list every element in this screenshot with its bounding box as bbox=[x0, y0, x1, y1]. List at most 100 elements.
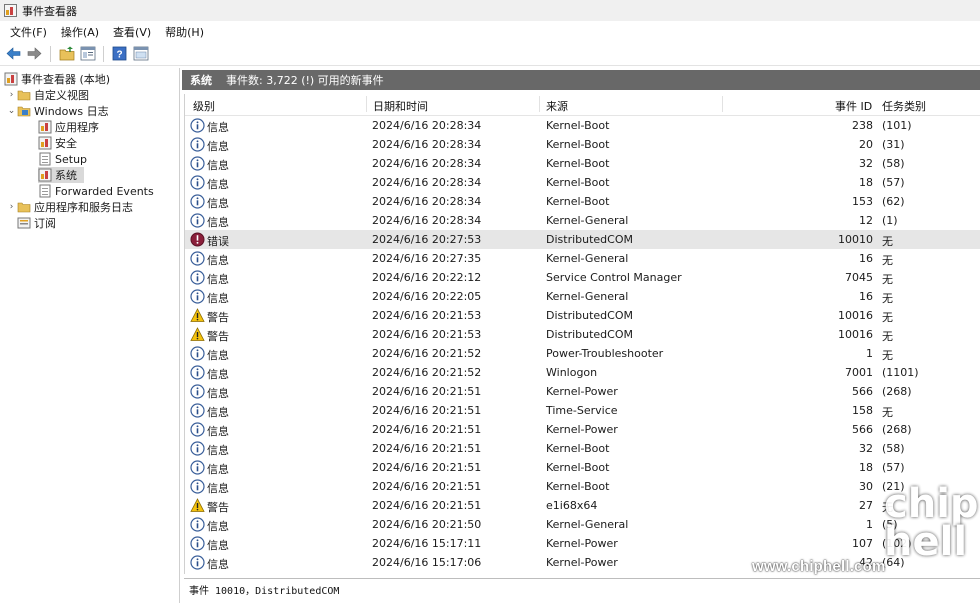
chevron-right-icon[interactable]: › bbox=[6, 202, 17, 212]
table-row[interactable]: 信息 2024/6/16 20:21:51 Kernel-Boot 30 (21) bbox=[185, 477, 980, 496]
cell-level: 信息 bbox=[207, 520, 229, 533]
tree-item-root[interactable]: 事件查看器 (本地) bbox=[4, 71, 110, 87]
table-row[interactable]: 信息 2024/6/16 20:22:12 Service Control Mana… bbox=[185, 268, 980, 287]
cell-datetime: 2024/6/16 20:22:05 bbox=[372, 290, 482, 303]
cell-source: Kernel-General bbox=[546, 252, 629, 265]
table-row[interactable]: 信息 2024/6/16 15:17:06 Kernel-Power 42 (64) bbox=[185, 553, 980, 572]
table-row[interactable]: 信息 2024/6/16 15:17:11 Kernel-Power 107 (102) bbox=[185, 534, 980, 553]
table-row[interactable]: 信息 2024/6/16 20:28:34 Kernel-Boot 20 (31) bbox=[185, 135, 980, 154]
table-row[interactable]: 信息 2024/6/16 20:21:51 Kernel-Power 566 (268) bbox=[185, 420, 980, 439]
table-row[interactable]: 信息 2024/6/16 20:21:51 Kernel-Boot 18 (57) bbox=[185, 458, 980, 477]
column-divider[interactable] bbox=[539, 96, 540, 112]
table-row[interactable]: 信息 2024/6/16 20:28:34 Kernel-Boot 238 (101) bbox=[185, 116, 980, 135]
cell-event-id: 238 bbox=[852, 119, 873, 132]
table-row[interactable]: 信息 2024/6/16 20:21:52 Winlogon 7001 (1101) bbox=[185, 363, 980, 382]
tree-item-forwarded-events[interactable]: Forwarded Events bbox=[38, 183, 154, 199]
column-divider[interactable] bbox=[366, 96, 367, 112]
event-list-header: 级别 日期和时间 来源 事件 ID 任务类别 bbox=[185, 94, 980, 116]
cell-datetime: 2024/6/16 20:28:34 bbox=[372, 195, 482, 208]
tree-item-security[interactable]: 安全 bbox=[38, 135, 77, 151]
cell-datetime: 2024/6/16 20:21:51 bbox=[372, 499, 482, 512]
cell-event-id: 12 bbox=[859, 214, 873, 227]
error-icon bbox=[190, 232, 205, 247]
chevron-right-icon[interactable]: › bbox=[6, 90, 17, 100]
tree-item-setup[interactable]: Setup bbox=[38, 151, 87, 167]
toolbar-separator bbox=[50, 45, 51, 62]
cell-datetime: 2024/6/16 15:17:06 bbox=[372, 556, 482, 569]
cell-source: Kernel-Power bbox=[546, 556, 618, 569]
cell-task: 无 bbox=[882, 273, 893, 286]
table-row[interactable]: 信息 2024/6/16 20:28:34 Kernel-Boot 153 (62) bbox=[185, 192, 980, 211]
cell-datetime: 2024/6/16 20:21:51 bbox=[372, 423, 482, 436]
table-row[interactable]: 信息 2024/6/16 20:28:34 Kernel-Boot 18 (57) bbox=[185, 173, 980, 192]
table-row[interactable]: 信息 2024/6/16 20:22:05 Kernel-General 16 无 bbox=[185, 287, 980, 306]
menu-file[interactable]: 文件(F) bbox=[3, 24, 54, 40]
table-row[interactable]: 信息 2024/6/16 20:28:34 Kernel-Boot 32 (58) bbox=[185, 154, 980, 173]
column-header-source[interactable]: 来源 bbox=[546, 98, 568, 114]
tree-item-application[interactable]: 应用程序 bbox=[38, 119, 99, 135]
cell-task: (268) bbox=[882, 385, 912, 398]
chevron-down-icon[interactable]: ⌄ bbox=[6, 106, 17, 116]
cell-level: 信息 bbox=[207, 539, 229, 552]
cell-level: 信息 bbox=[207, 387, 229, 400]
column-header-datetime[interactable]: 日期和时间 bbox=[373, 98, 428, 114]
show-pane-button[interactable] bbox=[131, 44, 150, 63]
menu-help[interactable]: 帮助(H) bbox=[158, 24, 211, 40]
table-row[interactable]: 信息 2024/6/16 20:28:34 Kernel-General 12 (1) bbox=[185, 211, 980, 230]
folder-icon bbox=[17, 202, 31, 213]
table-row[interactable]: 警告 2024/6/16 20:21:53 DistributedCOM 10016 无 bbox=[185, 325, 980, 344]
log-icon bbox=[39, 184, 51, 198]
event-viewer-icon bbox=[4, 4, 17, 17]
column-header-event-id[interactable]: 事件 ID bbox=[835, 98, 872, 114]
cell-datetime: 2024/6/16 20:28:34 bbox=[372, 119, 482, 132]
info-icon bbox=[190, 175, 205, 190]
cell-event-id: 32 bbox=[859, 157, 873, 170]
cell-datetime: 2024/6/16 20:27:35 bbox=[372, 252, 482, 265]
tree-item-windows-logs[interactable]: ⌄ Windows 日志 bbox=[6, 103, 109, 119]
cell-datetime: 2024/6/16 20:21:51 bbox=[372, 442, 482, 455]
menu-view[interactable]: 查看(V) bbox=[106, 24, 158, 40]
up-folder-button[interactable] bbox=[57, 44, 76, 63]
cell-event-id: 18 bbox=[859, 176, 873, 189]
cell-source: Kernel-Boot bbox=[546, 176, 610, 189]
table-row[interactable]: 信息 2024/6/16 20:27:35 Kernel-General 16 无 bbox=[185, 249, 980, 268]
tree-item-app-services-logs[interactable]: › 应用程序和服务日志 bbox=[6, 199, 133, 215]
folder-icon bbox=[17, 90, 31, 101]
cell-event-id: 7045 bbox=[845, 271, 873, 284]
cell-task: (64) bbox=[882, 556, 905, 569]
column-header-level[interactable]: 级别 bbox=[193, 98, 215, 114]
cell-level: 信息 bbox=[207, 216, 229, 229]
table-row[interactable]: 信息 2024/6/16 20:21:52 Power-Troubleshooter… bbox=[185, 344, 980, 363]
cell-event-id: 7001 bbox=[845, 366, 873, 379]
tree-label: Setup bbox=[55, 152, 88, 166]
tree-item-custom-views[interactable]: › 自定义视图 bbox=[6, 87, 89, 103]
table-row[interactable]: 错误 2024/6/16 20:27:53 DistributedCOM 10010 无 bbox=[185, 230, 980, 249]
cell-level: 信息 bbox=[207, 368, 229, 381]
cell-task: (58) bbox=[882, 157, 905, 170]
table-row[interactable]: 信息 2024/6/16 20:21:51 Kernel-Boot 32 (58) bbox=[185, 439, 980, 458]
table-row[interactable]: 信息 2024/6/16 20:21:50 Kernel-General 1 (5) bbox=[185, 515, 980, 534]
help-button[interactable]: ? bbox=[110, 44, 129, 63]
back-button[interactable] bbox=[4, 44, 23, 63]
cell-datetime: 2024/6/16 20:21:51 bbox=[372, 404, 482, 417]
tree-item-system[interactable]: 系统 bbox=[38, 167, 84, 183]
cell-event-id: 158 bbox=[852, 404, 873, 417]
cell-task: 无 bbox=[882, 330, 893, 343]
table-row[interactable]: 信息 2024/6/16 20:21:51 Time-Service 158 无 bbox=[185, 401, 980, 420]
column-header-task[interactable]: 任务类别 bbox=[882, 98, 926, 114]
cell-level: 警告 bbox=[207, 311, 229, 324]
table-row[interactable]: 警告 2024/6/16 20:21:53 DistributedCOM 10016 无 bbox=[185, 306, 980, 325]
table-row[interactable]: 信息 2024/6/16 20:21:51 Kernel-Power 566 (268) bbox=[185, 382, 980, 401]
cell-level: 信息 bbox=[207, 349, 229, 362]
info-icon bbox=[190, 403, 205, 418]
cell-source: DistributedCOM bbox=[546, 328, 633, 341]
properties-button[interactable] bbox=[78, 44, 97, 63]
forward-button[interactable] bbox=[25, 44, 44, 63]
table-row[interactable]: 警告 2024/6/16 20:21:51 e1i68x64 27 无 bbox=[185, 496, 980, 515]
tree-item-subscriptions[interactable]: 订阅 bbox=[17, 215, 56, 231]
cell-source: Kernel-General bbox=[546, 518, 629, 531]
column-divider[interactable] bbox=[722, 96, 723, 112]
menu-action[interactable]: 操作(A) bbox=[54, 24, 106, 40]
cell-event-id: 1 bbox=[866, 347, 873, 360]
cell-source: Kernel-General bbox=[546, 214, 629, 227]
